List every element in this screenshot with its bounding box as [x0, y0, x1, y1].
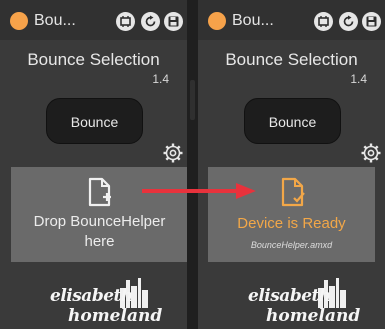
document-add-icon: [88, 177, 111, 207]
save-icon[interactable]: [362, 12, 381, 31]
refresh-icon[interactable]: [339, 12, 358, 31]
version-label: 1.4: [350, 72, 367, 86]
logo-line1: elisabeth: [50, 286, 133, 306]
right-device-panel: Bou... Bounce Selection 1.4 Bounce Devic…: [198, 0, 385, 329]
logo-line1: elisabeth: [248, 286, 331, 306]
panel-heading: Bounce Selection: [27, 50, 160, 69]
device-titlebar: Bou...: [0, 0, 187, 40]
scroll-grip[interactable]: [190, 80, 195, 120]
version-label: 1.4: [152, 72, 169, 86]
save-icon[interactable]: [164, 12, 183, 31]
drop-instruction-line2: here: [84, 233, 115, 250]
logo-line2: homeland: [266, 306, 361, 326]
red-arrow: [142, 183, 256, 199]
bounce-button[interactable]: Bounce: [46, 98, 143, 144]
device-titlebar: Bou...: [198, 0, 385, 40]
panel-heading: Bounce Selection: [225, 50, 358, 69]
helper-file-name: BounceHelper.amxd: [250, 240, 333, 250]
device-ready-status: Device is Ready: [237, 215, 346, 232]
refresh-icon[interactable]: [141, 12, 160, 31]
logo-line2: homeland: [68, 306, 163, 326]
brand-logo: elisabeth homeland: [0, 268, 187, 329]
left-device-panel: Bou... Bounce Selection 1.4 Bounce Drop …: [0, 0, 187, 329]
gear-icon[interactable]: [360, 142, 382, 164]
device-dot-icon[interactable]: [10, 12, 28, 30]
frame-icon[interactable]: [116, 12, 135, 31]
frame-icon[interactable]: [314, 12, 333, 31]
document-check-icon: [281, 177, 305, 207]
bounce-button[interactable]: Bounce: [244, 98, 341, 144]
drop-instruction-line1: Drop BounceHelper: [33, 213, 166, 230]
panel-divider: [187, 0, 198, 329]
device-title: Bou...: [34, 12, 76, 29]
gear-icon[interactable]: [162, 142, 184, 164]
device-title: Bou...: [232, 12, 274, 29]
device-dot-icon[interactable]: [208, 12, 226, 30]
brand-logo: elisabeth homeland: [198, 268, 385, 329]
